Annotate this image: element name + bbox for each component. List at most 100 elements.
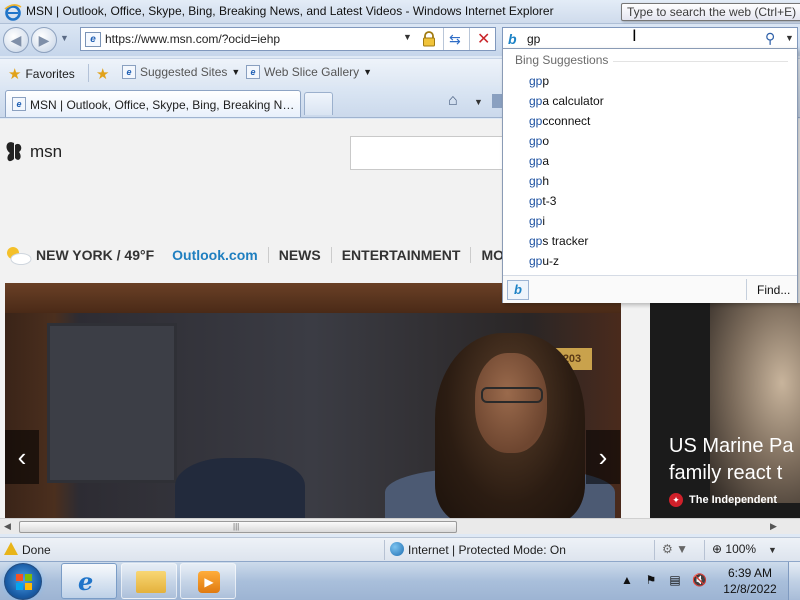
media-player-icon: ▶ <box>198 571 220 593</box>
feeds-icon[interactable] <box>492 94 502 108</box>
msn-logo[interactable]: msn <box>4 139 62 165</box>
nav-link-outlook[interactable]: Outlook.com <box>172 247 268 263</box>
search-options-dropdown-icon[interactable]: ▼ <box>785 33 794 43</box>
suggestion-item[interactable]: gpt-3 <box>503 191 797 211</box>
title-bar: MSN | Outlook, Office, Skype, Bing, Brea… <box>0 0 800 24</box>
back-button[interactable]: ◀ <box>3 27 29 53</box>
favorites-label: Favorites <box>25 67 75 81</box>
status-text: Done <box>22 543 51 557</box>
suggestion-item[interactable]: gpa calculator <box>503 91 797 111</box>
divider <box>443 28 444 50</box>
hero-next-button[interactable]: › <box>586 430 620 484</box>
suggestion-typed: gp <box>529 234 543 248</box>
divider <box>654 540 655 560</box>
ie-logo-icon <box>4 4 22 21</box>
clock-date: 12/8/2022 <box>723 582 777 596</box>
taskbar: e ▶ ▲ ⚑ ▤ 🔇 6:39 AM 12/8/2022 <box>0 561 800 600</box>
tab-msn[interactable]: e MSN | Outlook, Office, Skype, Bing, Br… <box>5 90 301 117</box>
find-on-page-button[interactable]: Find... <box>757 283 790 297</box>
suggestion-item[interactable]: gph <box>503 171 797 191</box>
stop-icon[interactable]: ✕ <box>477 29 490 49</box>
partly-cloudy-icon <box>7 247 32 265</box>
clock[interactable]: 6:39 AM 12/8/2022 <box>720 565 780 597</box>
divider <box>613 61 788 62</box>
start-button[interactable] <box>4 563 42 600</box>
suggestion-item[interactable]: gpo <box>503 131 797 151</box>
address-dropdown-icon[interactable]: ▼ <box>403 32 412 42</box>
msn-butterfly-icon <box>6 142 22 162</box>
side-story-headline[interactable]: US Marine Pa family react t <box>669 433 800 487</box>
suggestion-item[interactable]: gpa <box>503 151 797 171</box>
bing-provider-icon[interactable]: b <box>507 280 529 300</box>
msn-logo-text: msn <box>30 142 63 161</box>
weather-location[interactable]: NEW YORK / 49°F <box>36 247 154 263</box>
security-zone[interactable]: Internet | Protected Mode: On <box>408 543 566 557</box>
favorites-button[interactable]: ★ Favorites <box>8 65 75 83</box>
hero-story-image[interactable]: 203 <box>5 283 621 518</box>
suggestion-completion: a <box>542 154 550 168</box>
show-hidden-icons-icon[interactable]: ▲ <box>620 573 634 587</box>
scroll-left-icon[interactable]: ◀ <box>4 521 11 532</box>
internet-explorer-icon: e <box>78 567 94 596</box>
add-to-favorites-bar-button[interactable]: ★ <box>96 65 109 83</box>
warning-icon[interactable] <box>4 542 18 555</box>
new-tab-button[interactable] <box>304 92 333 115</box>
address-bar[interactable]: e ▼ ⇆ ✕ <box>80 27 496 51</box>
page-icon: e <box>12 97 26 111</box>
magnifier-icon: ⊕ <box>712 542 723 556</box>
suggestion-item[interactable]: gpcconnect <box>503 111 797 131</box>
zoom-value: 100% <box>725 542 757 556</box>
search-suggestions-dropdown: Bing Suggestions gpp gpa calculator gpcc… <box>502 48 798 303</box>
chevron-down-icon: ▼ <box>231 67 241 77</box>
taskbar-windows-explorer[interactable] <box>121 563 177 599</box>
zoom-dropdown-icon[interactable]: ▼ <box>768 545 777 555</box>
home-dropdown-icon[interactable]: ▼ <box>474 97 483 107</box>
suggestion-item[interactable]: gpu-z <box>503 251 797 271</box>
suggestion-typed: gp <box>529 134 543 148</box>
hero-previous-button[interactable]: ‹ <box>5 430 39 484</box>
network-icon[interactable]: ▤ <box>668 573 682 587</box>
the-independent-logo-icon: ✦ <box>669 493 683 507</box>
forward-button[interactable]: ▶ <box>31 27 57 53</box>
suggestion-typed: gp <box>529 194 543 208</box>
nav-link-entertainment[interactable]: ENTERTAINMENT <box>330 247 471 263</box>
privacy-settings-icon[interactable]: ⚙ ▼ <box>662 542 688 556</box>
taskbar-media-player[interactable]: ▶ <box>180 563 236 599</box>
person-glasses <box>481 387 543 403</box>
horizontal-scrollbar[interactable]: ◀ ||| ▶ <box>0 518 800 534</box>
recent-pages-dropdown[interactable]: ▼ <box>60 33 69 43</box>
show-desktop-button[interactable] <box>788 562 800 600</box>
scroll-right-icon[interactable]: ▶ <box>770 521 777 532</box>
suggestion-completion: t-3 <box>542 194 557 208</box>
search-input[interactable] <box>527 31 757 47</box>
address-input[interactable] <box>105 31 395 47</box>
source-name: The Independent <box>689 494 777 506</box>
lock-icon[interactable] <box>421 31 437 47</box>
suggestion-item[interactable]: gpp <box>503 71 797 91</box>
side-story-card[interactable]: US Marine Pa family react t ✦ The Indepe… <box>650 303 800 518</box>
zoom-level[interactable]: ⊕ 100% <box>712 542 756 556</box>
search-icon[interactable]: ⚲ <box>765 30 775 47</box>
scrollbar-thumb[interactable]: ||| <box>19 521 457 533</box>
volume-muted-icon[interactable]: 🔇 <box>692 573 707 587</box>
forward-arrow-icon: ▶ <box>38 31 50 48</box>
divider <box>384 540 385 560</box>
chevron-right-icon: › <box>598 441 608 472</box>
compatibility-refresh-icon[interactable]: ⇆ <box>449 31 461 48</box>
home-icon[interactable]: ⌂ <box>448 92 458 110</box>
suggestions-header: Bing Suggestions <box>515 53 609 67</box>
web-slice-gallery-link[interactable]: e Web Slice Gallery ▼ <box>246 65 372 79</box>
nav-link-news[interactable]: NEWS <box>267 247 331 263</box>
suggested-sites-link[interactable]: e Suggested Sites ▼ <box>122 65 240 79</box>
web-slice-gallery-label: Web Slice Gallery <box>264 65 360 79</box>
suggestion-completion: o <box>542 134 550 148</box>
taskbar-internet-explorer[interactable]: e <box>61 563 117 599</box>
back-arrow-icon: ◀ <box>10 31 22 48</box>
grip-icon: ||| <box>233 522 240 531</box>
suggestion-item[interactable]: gpi <box>503 211 797 231</box>
suggestion-typed: gp <box>529 114 543 128</box>
text-cursor-icon: I <box>632 26 637 45</box>
suggestion-completion: a calculator <box>542 94 604 108</box>
action-center-flag-icon[interactable]: ⚑ <box>644 573 658 587</box>
suggestion-item[interactable]: gps tracker <box>503 231 797 251</box>
